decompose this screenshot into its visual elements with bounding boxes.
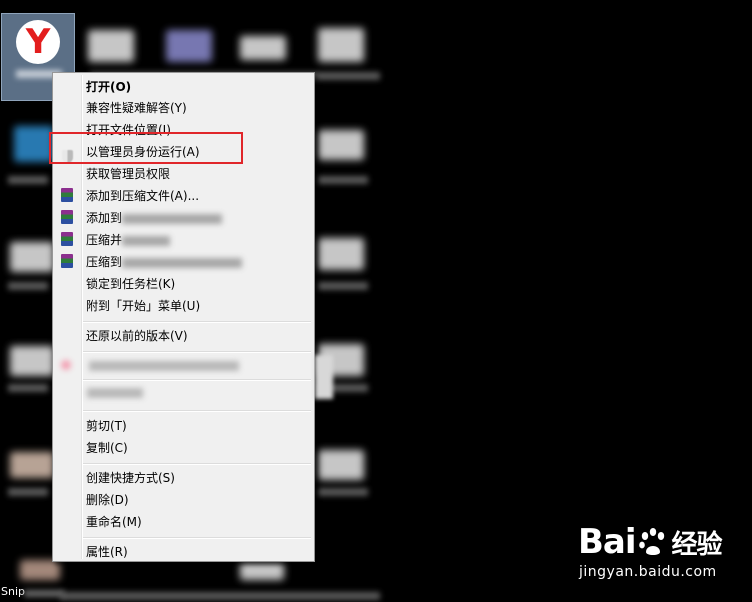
desktop-icon-label (8, 488, 48, 496)
blurred-menu-item[interactable] (87, 388, 143, 398)
menu-item-create-shortcut[interactable]: 创建快捷方式(S) (86, 468, 175, 488)
blurred-menu-item[interactable] (89, 361, 239, 371)
blurred-filename (122, 257, 243, 268)
desktop-icon-label (60, 592, 380, 600)
winrar-icon (61, 232, 73, 246)
watermark: Bai 经验 jingyan.baidu.com (578, 522, 723, 580)
desktop-icon-label (8, 176, 48, 184)
blurred-filename (122, 213, 223, 224)
desktop-icon-label (318, 488, 368, 496)
winrar-icon (61, 210, 73, 224)
desktop-icon-label (318, 282, 368, 290)
menu-separator (83, 463, 311, 465)
menu-separator (83, 351, 311, 353)
menu-item-add-to-archive[interactable]: 添加到压缩文件(A)... (86, 186, 199, 206)
desktop-icon[interactable] (318, 130, 364, 160)
desktop-icon[interactable] (10, 452, 54, 478)
desktop-icon[interactable] (14, 126, 54, 162)
menu-item-compress-and-email[interactable]: 压缩并 (86, 230, 171, 250)
watermark-url: jingyan.baidu.com (579, 564, 717, 580)
blurred-text (122, 235, 171, 246)
desktop-icon[interactable] (10, 346, 54, 376)
desktop-icon[interactable] (318, 450, 364, 480)
menu-separator (83, 379, 311, 381)
highlight-box (49, 132, 243, 164)
menu-separator (83, 321, 311, 323)
desktop-icon-label (8, 282, 48, 290)
watermark-logo: Bai 经验 (578, 522, 723, 562)
menu-item-compress-to-named-and-email[interactable]: 压缩到 (86, 252, 243, 272)
blurred-submenu-edge (315, 355, 333, 399)
desktop-icon[interactable] (88, 30, 134, 62)
desktop-icon[interactable] (318, 28, 364, 62)
menu-item-copy[interactable]: 复制(C) (86, 438, 128, 458)
menu-item-cut[interactable]: 剪切(T) (86, 416, 127, 436)
menu-item-take-ownership[interactable]: 获取管理员权限 (86, 164, 170, 184)
menu-item-pin-to-taskbar[interactable]: 锁定到任务栏(K) (86, 274, 175, 294)
desktop-icon[interactable] (20, 560, 60, 580)
blurred-app-icon (61, 360, 71, 370)
menu-item-properties[interactable]: 属性(R) (86, 542, 128, 562)
menu-item-pin-to-start[interactable]: 附到「开始」菜单(U) (86, 296, 200, 316)
menu-item-delete[interactable]: 删除(D) (86, 490, 129, 510)
desktop-icon-label-blur (24, 590, 64, 597)
winrar-icon (61, 188, 73, 202)
menu-separator (83, 537, 311, 539)
menu-separator (83, 410, 311, 412)
menu-item-restore-previous-versions[interactable]: 还原以前的版本(V) (86, 326, 188, 346)
winrar-icon (61, 254, 73, 268)
desktop-icon[interactable] (240, 36, 286, 60)
desktop-icon-label: Snip (1, 585, 25, 598)
yandex-icon: Y (16, 20, 60, 64)
paw-icon (638, 528, 664, 555)
menu-item-add-to-named-archive[interactable]: 添加到 (86, 208, 223, 228)
menu-item-compatibility-troubleshoot[interactable]: 兼容性疑难解答(Y) (86, 98, 187, 118)
desktop-icon[interactable] (10, 242, 54, 272)
desktop-icon[interactable] (240, 562, 284, 580)
menu-item-rename[interactable]: 重命名(M) (86, 512, 142, 532)
desktop-icon-label (8, 384, 48, 392)
desktop-icon-label (318, 176, 368, 184)
menu-item-open[interactable]: 打开(O) (86, 77, 131, 97)
desktop-icon[interactable] (166, 30, 212, 62)
desktop-icon[interactable] (318, 238, 364, 270)
